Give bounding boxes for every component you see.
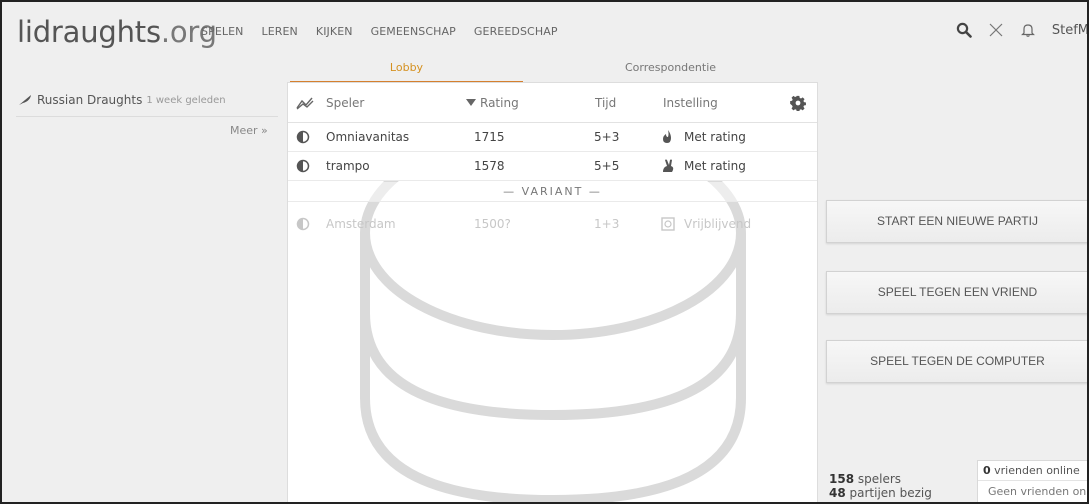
games-count: 48 bbox=[829, 486, 846, 500]
header-mode[interactable]: Instelling bbox=[663, 96, 718, 110]
variant-separator: — VARIANT — bbox=[288, 182, 817, 202]
lobby-stats: 158 spelers 48 partijen bezig bbox=[829, 472, 932, 500]
friends-header[interactable]: 0 vrienden online bbox=[978, 461, 1088, 481]
friends-empty-text: Geen vrienden online bbox=[988, 485, 1089, 498]
table-row[interactable]: Amsterdam 1500? 1+3 Vrijblijvend bbox=[288, 209, 817, 238]
recent-game-title: Russian Draughts bbox=[37, 93, 143, 107]
site-logo[interactable]: lidraughts.org bbox=[17, 15, 217, 49]
row-mode: Met rating bbox=[684, 130, 746, 144]
sort-desc-icon bbox=[466, 98, 476, 106]
square-icon bbox=[661, 216, 675, 231]
half-circle-icon bbox=[296, 159, 310, 173]
row-mode: Met rating bbox=[684, 159, 746, 173]
recent-game-entry[interactable]: Russian Draughts 1 week geleden bbox=[18, 93, 226, 107]
row-rating: 1715 bbox=[474, 130, 505, 144]
row-player: Omniavanitas bbox=[326, 130, 410, 144]
chart-toggle-icon[interactable] bbox=[296, 96, 314, 110]
nav-item-tools[interactable]: GEREEDSCHAP bbox=[474, 25, 558, 38]
header-player[interactable]: Speler bbox=[326, 96, 364, 110]
friends-count: 0 bbox=[983, 464, 991, 477]
top-nav: SPELEN LEREN KIJKEN GEMEENSCHAP GEREEDSC… bbox=[201, 25, 576, 38]
new-game-button[interactable]: START EEN NIEUWE PARTIJ bbox=[826, 200, 1089, 243]
nav-item-watch[interactable]: KIJKEN bbox=[316, 25, 353, 38]
sidebar-divider bbox=[16, 116, 278, 117]
lobby-panel: Speler Rating Tijd Instelling Omniavanit… bbox=[287, 82, 818, 504]
play-computer-button[interactable]: SPEEL TEGEN DE COMPUTER bbox=[826, 340, 1089, 383]
friends-label: vrienden online bbox=[990, 464, 1080, 477]
players-label: spelers bbox=[854, 472, 902, 486]
swords-icon[interactable] bbox=[988, 22, 1004, 38]
user-menu[interactable]: StefM bbox=[1052, 23, 1089, 38]
tab-lobby[interactable]: Lobby bbox=[290, 59, 523, 83]
tab-correspondence[interactable]: Correspondentie bbox=[523, 59, 818, 83]
flame-icon bbox=[663, 130, 671, 143]
nav-item-learn[interactable]: LEREN bbox=[261, 25, 297, 38]
row-rating: 1500? bbox=[474, 216, 511, 231]
logo-main: lidraughts bbox=[17, 15, 161, 49]
row-time: 1+3 bbox=[594, 216, 620, 231]
more-link[interactable]: Meer » bbox=[230, 124, 268, 137]
header-time[interactable]: Tijd bbox=[595, 96, 616, 110]
row-mode: Vrijblijvend bbox=[684, 216, 752, 231]
rabbit-icon bbox=[663, 159, 674, 172]
half-circle-icon bbox=[296, 130, 310, 144]
play-friend-button[interactable]: SPEEL TEGEN EEN VRIEND bbox=[826, 271, 1089, 314]
table-header: Speler Rating Tijd Instelling bbox=[288, 83, 817, 123]
feather-icon bbox=[19, 95, 31, 105]
row-player: Amsterdam bbox=[326, 216, 396, 231]
row-time: 5+3 bbox=[594, 130, 620, 144]
half-circle-icon bbox=[296, 217, 310, 230]
row-player: trampo bbox=[326, 159, 370, 173]
row-rating: 1578 bbox=[474, 159, 505, 173]
games-label: partijen bezig bbox=[845, 486, 932, 500]
lobby-tabs: Lobby Correspondentie bbox=[290, 59, 818, 83]
games-in-progress[interactable]: 48 partijen bezig bbox=[829, 486, 932, 500]
players-online[interactable]: 158 spelers bbox=[829, 472, 932, 486]
friends-box: 0 vrienden online Geen vrienden online bbox=[977, 460, 1089, 504]
bell-icon[interactable] bbox=[1020, 22, 1036, 38]
table-row[interactable]: trampo 1578 5+5 Met rating bbox=[288, 152, 817, 181]
nav-item-play[interactable]: SPELEN bbox=[201, 25, 243, 38]
recent-game-time: 1 week geleden bbox=[146, 94, 226, 106]
search-icon[interactable] bbox=[956, 22, 972, 38]
nav-item-community[interactable]: GEMEENSCHAP bbox=[371, 25, 456, 38]
row-time: 5+5 bbox=[594, 159, 620, 173]
gear-icon[interactable] bbox=[790, 95, 806, 111]
players-count: 158 bbox=[829, 472, 855, 486]
top-right-controls: StefM bbox=[956, 22, 1089, 38]
table-row[interactable]: Omniavanitas 1715 5+3 Met rating bbox=[288, 123, 817, 152]
header-rating[interactable]: Rating bbox=[480, 96, 519, 110]
